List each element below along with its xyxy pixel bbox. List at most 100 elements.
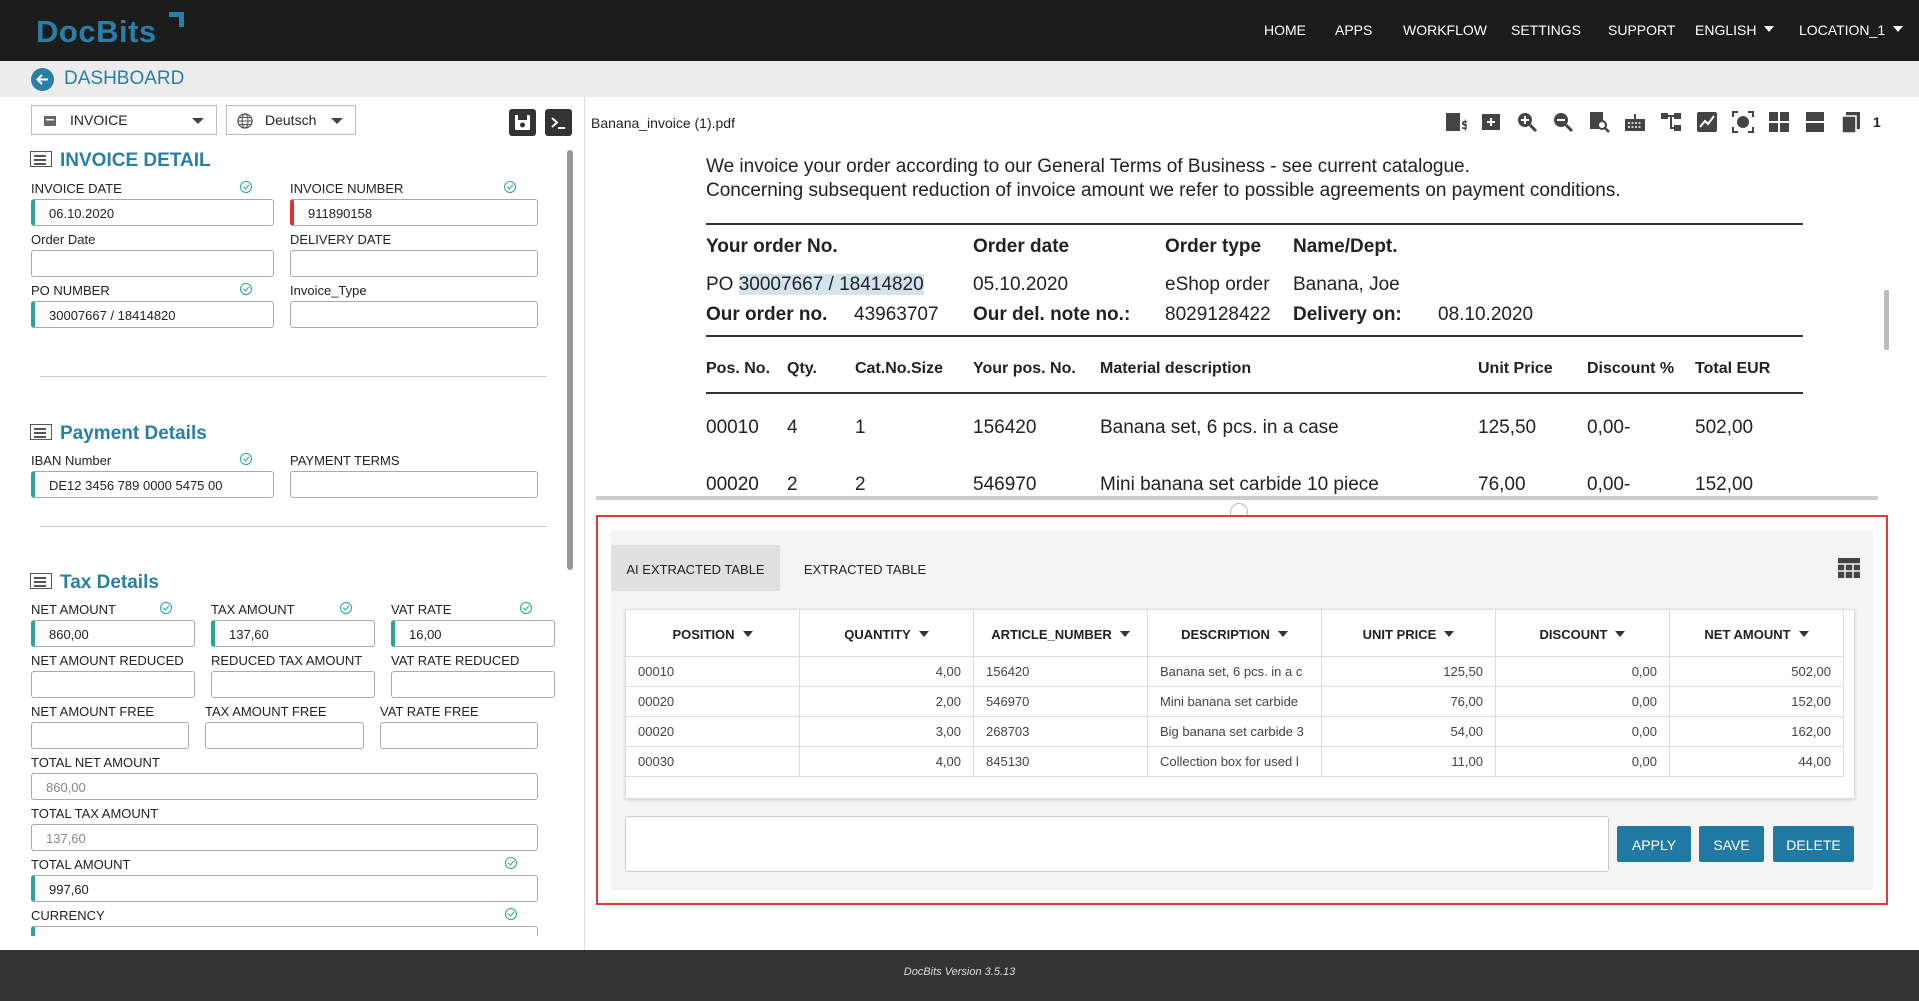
iban-field[interactable]: DE12 3456 789 0000 5475 00 [31, 471, 274, 498]
delivery-date-field[interactable] [290, 250, 538, 277]
currency-field[interactable]: EUR [31, 926, 538, 936]
table-cell[interactable]: Big banana set carbide 3 [1148, 717, 1322, 747]
nav-support[interactable]: SUPPORT [1608, 22, 1675, 38]
pane-splitter[interactable] [596, 496, 1878, 500]
document-preview[interactable]: We invoice your order according to our G… [586, 144, 1882, 496]
table-cell[interactable]: 2,00 [800, 687, 974, 717]
back-arrow-icon[interactable] [31, 68, 54, 91]
svg-text:$: $ [1461, 118, 1467, 132]
table-cell[interactable]: 00030 [626, 747, 800, 777]
table-cell[interactable]: 76,00 [1322, 687, 1496, 717]
tab-extracted-table[interactable]: EXTRACTED TABLE [790, 545, 940, 591]
table-cell[interactable]: 4,00 [800, 657, 974, 687]
invoice-date-field[interactable]: 06.10.2020 [31, 199, 274, 226]
net-amount-reduced-field[interactable] [31, 671, 195, 698]
table-cell[interactable]: 0,00 [1496, 717, 1670, 747]
location-dropdown[interactable]: LOCATION_1 [1799, 22, 1904, 38]
sort-caret-icon [1615, 631, 1626, 637]
pages-icon[interactable] [1839, 110, 1863, 134]
total-tax-amount-field[interactable]: 137,60 [31, 824, 538, 851]
save-button[interactable]: SAVE [1699, 826, 1764, 862]
invoice-number-field[interactable]: 911890158 [290, 199, 538, 226]
column-header-unit-price[interactable]: UNIT PRICE [1322, 610, 1496, 657]
hierarchy-icon[interactable] [1659, 110, 1683, 134]
search-document-icon[interactable] [1587, 110, 1611, 134]
table-cell[interactable]: 156420 [974, 657, 1148, 687]
net-amount-field[interactable]: 860,00 [31, 620, 195, 647]
table-cell[interactable]: 11,00 [1322, 747, 1496, 777]
document-scrollbar[interactable] [1884, 290, 1889, 350]
column-header-position[interactable]: POSITION [626, 610, 800, 657]
split-page-icon[interactable] [1803, 110, 1827, 134]
vat-rate-reduced-field[interactable] [391, 671, 555, 698]
table-cell[interactable]: 0,00 [1496, 687, 1670, 717]
keyboard-icon[interactable] [1623, 110, 1647, 134]
sort-caret-icon [1798, 631, 1809, 637]
table-input-textarea[interactable] [625, 816, 1609, 872]
net-amount-free-field[interactable] [31, 722, 189, 749]
order-date-field[interactable] [31, 250, 274, 277]
table-cell[interactable]: 502,00 [1670, 657, 1844, 687]
table-layout-icon[interactable] [1837, 557, 1861, 579]
check-circle-icon [240, 453, 252, 465]
doctype-select[interactable]: INVOICE [31, 105, 217, 135]
po-number-field[interactable]: 30007667 / 18414820 [31, 301, 274, 328]
payment-terms-field[interactable] [290, 471, 538, 498]
nav-apps[interactable]: APPS [1335, 22, 1372, 38]
chart-icon[interactable] [1695, 110, 1719, 134]
table-cell[interactable]: 00010 [626, 657, 800, 687]
invoice-number-label: INVOICE NUMBER [290, 181, 404, 196]
table-cell[interactable]: 00020 [626, 687, 800, 717]
total-net-amount-field[interactable]: 860,00 [31, 773, 538, 800]
nav-home[interactable]: HOME [1264, 22, 1306, 38]
column-header-net-amount[interactable]: NET AMOUNT [1670, 610, 1844, 657]
column-header-discount[interactable]: DISCOUNT [1496, 610, 1670, 657]
column-header-description[interactable]: DESCRIPTION [1148, 610, 1322, 657]
table-cell[interactable]: Mini banana set carbide [1148, 687, 1322, 717]
table-cell[interactable]: 0,00 [1496, 747, 1670, 777]
table-cell[interactable]: 54,00 [1322, 717, 1496, 747]
table-cell[interactable]: 44,00 [1670, 747, 1844, 777]
column-header-article-number[interactable]: ARTICLE_NUMBER [974, 610, 1148, 657]
table-cell[interactable]: 0,00 [1496, 657, 1670, 687]
language-dropdown[interactable]: ENGLISH [1695, 22, 1775, 38]
table-cell[interactable]: 3,00 [800, 717, 974, 747]
nav-workflow[interactable]: WORKFLOW [1403, 22, 1487, 38]
table-cell[interactable]: 845130 [974, 747, 1148, 777]
table-cell[interactable]: 268703 [974, 717, 1148, 747]
reduced-tax-amount-field[interactable] [211, 671, 375, 698]
table-cell[interactable]: 162,00 [1670, 717, 1844, 747]
docbits-logo[interactable]: DocBits [36, 12, 184, 50]
save-icon[interactable] [509, 109, 536, 136]
terminal-icon[interactable] [545, 109, 572, 136]
language-select[interactable]: Deutsch [226, 105, 356, 135]
invoice-dollar-icon[interactable]: $ [1443, 110, 1467, 134]
table-cell[interactable]: 125,50 [1322, 657, 1496, 687]
highlighted-po-number[interactable]: 30007667 / 18414820 [738, 274, 924, 295]
nav-settings[interactable]: SETTINGS [1511, 22, 1581, 38]
column-header-quantity[interactable]: QUANTITY [800, 610, 974, 657]
left-scrollbar[interactable] [567, 150, 573, 570]
tax-amount-free-field[interactable] [205, 722, 364, 749]
zoom-out-icon[interactable] [1551, 110, 1575, 134]
tax-amount-field[interactable]: 137,60 [211, 620, 375, 647]
total-amount-field[interactable]: 997,60 [31, 875, 538, 902]
vat-rate-free-field[interactable] [380, 722, 538, 749]
table-cell[interactable]: Collection box for used l [1148, 747, 1322, 777]
delete-button[interactable]: DELETE [1773, 826, 1854, 862]
ocr-icon[interactable] [1731, 110, 1755, 134]
table-cell[interactable]: 152,00 [1670, 687, 1844, 717]
apply-button[interactable]: APPLY [1617, 826, 1691, 862]
page-title[interactable]: DASHBOARD [64, 68, 184, 90]
table-cell[interactable]: 00020 [626, 717, 800, 747]
table-cell[interactable]: 546970 [974, 687, 1148, 717]
table-cell[interactable]: Banana set, 6 pcs. in a c [1148, 657, 1322, 687]
tab-ai-extracted-table[interactable]: AI EXTRACTED TABLE [611, 545, 780, 591]
tax-details-title: Tax Details [30, 572, 159, 594]
add-page-icon[interactable] [1479, 110, 1503, 134]
invoice-type-field[interactable] [290, 301, 538, 328]
vat-rate-field[interactable]: 16,00 [391, 620, 555, 647]
table-cell[interactable]: 4,00 [800, 747, 974, 777]
grid-layout-icon[interactable] [1767, 110, 1791, 134]
zoom-in-icon[interactable] [1515, 110, 1539, 134]
